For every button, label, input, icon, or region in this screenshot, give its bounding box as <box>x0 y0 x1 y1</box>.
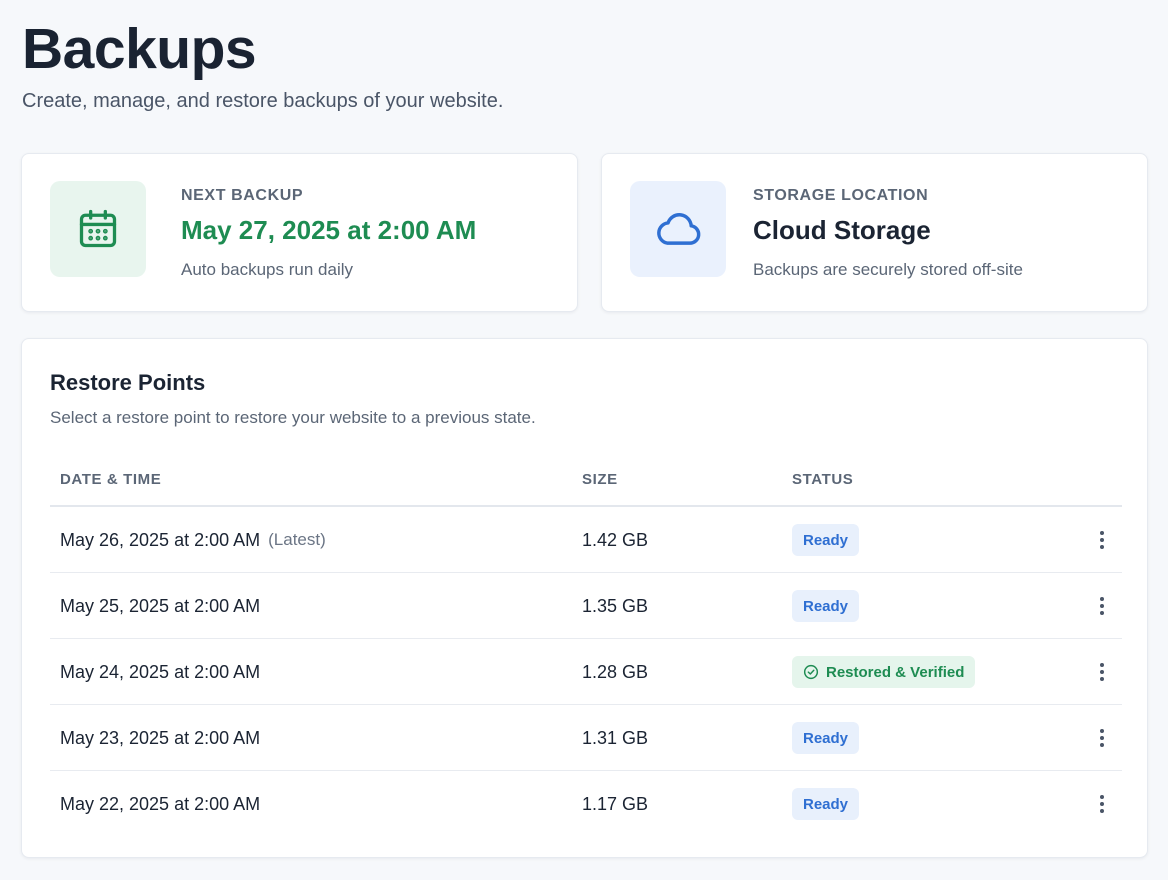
restore-points-description: Select a restore point to restore your w… <box>50 408 536 427</box>
row-date: May 25, 2025 at 2:00 AM <box>60 595 261 616</box>
row-status-cell: Ready <box>792 705 860 771</box>
check-circle-icon <box>803 664 819 680</box>
calendar-icon-tile <box>50 181 146 277</box>
storage-location-description: Backups are securely stored off-site <box>753 260 1023 279</box>
row-date-cell: May 22, 2025 at 2:00 AM <box>60 771 260 837</box>
next-backup-label: NEXT BACKUP <box>181 187 304 204</box>
row-actions-button[interactable] <box>1086 590 1118 622</box>
row-size: 1.28 GB <box>582 661 649 682</box>
row-date: May 23, 2025 at 2:00 AM <box>60 727 261 748</box>
table-header: DATE & TIME SIZE STATUS <box>50 457 1122 507</box>
column-header-date[interactable]: DATE & TIME <box>60 471 161 488</box>
row-actions-button[interactable] <box>1086 656 1118 688</box>
calendar-icon <box>79 209 117 248</box>
row-date: May 24, 2025 at 2:00 AM <box>60 661 261 682</box>
row-actions-button[interactable] <box>1086 722 1118 754</box>
row-size: 1.42 GB <box>582 529 649 550</box>
more-vertical-icon <box>1100 663 1104 681</box>
next-backup-value: May 27, 2025 at 2:00 AM <box>181 215 477 245</box>
latest-tag: (Latest) <box>268 530 326 549</box>
table-row[interactable]: May 23, 2025 at 2:00 AM 1.31 GB Ready <box>50 705 1122 771</box>
row-size: 1.31 GB <box>582 727 649 748</box>
row-size: 1.17 GB <box>582 793 649 814</box>
row-date-cell: May 24, 2025 at 2:00 AM <box>60 639 260 705</box>
more-vertical-icon <box>1100 597 1104 615</box>
table-row[interactable]: May 25, 2025 at 2:00 AM 1.35 GB Ready <box>50 573 1122 639</box>
row-status-cell: Ready <box>792 507 860 573</box>
status-badge-verified: Restored & Verified <box>792 656 976 688</box>
column-header-status[interactable]: STATUS <box>792 471 853 488</box>
more-vertical-icon <box>1100 531 1104 549</box>
status-badge: Ready <box>792 722 860 754</box>
row-status-cell: Ready <box>792 573 860 639</box>
storage-location-card: STORAGE LOCATION Cloud Storage Backups a… <box>601 153 1148 312</box>
status-badge: Ready <box>792 524 860 556</box>
row-date: May 22, 2025 at 2:00 AM <box>60 793 261 814</box>
row-date-cell: May 25, 2025 at 2:00 AM <box>60 573 260 639</box>
storage-location-value: Cloud Storage <box>753 215 931 245</box>
status-badge: Ready <box>792 788 860 820</box>
status-badge-label: Restored & Verified <box>826 663 965 681</box>
row-status-cell: Ready <box>792 771 860 837</box>
table-row[interactable]: May 22, 2025 at 2:00 AM 1.17 GB Ready <box>50 771 1122 837</box>
next-backup-card: NEXT BACKUP May 27, 2025 at 2:00 AM Auto… <box>21 153 578 312</box>
next-backup-description: Auto backups run daily <box>181 260 353 279</box>
row-date-cell: May 26, 2025 at 2:00 AM (Latest) <box>60 507 326 573</box>
restore-points-card: Restore Points Select a restore point to… <box>21 338 1148 858</box>
row-date: May 26, 2025 at 2:00 AM <box>60 529 261 550</box>
cloud-icon <box>657 213 701 245</box>
row-date-cell: May 23, 2025 at 2:00 AM <box>60 705 260 771</box>
status-badge: Ready <box>792 590 860 622</box>
page-title: Backups <box>22 17 257 81</box>
storage-location-label: STORAGE LOCATION <box>753 187 929 204</box>
restore-points-table: DATE & TIME SIZE STATUS May 26, 2025 at … <box>50 457 1122 837</box>
page-subtitle: Create, manage, and restore backups of y… <box>22 90 504 112</box>
restore-points-title: Restore Points <box>50 370 206 395</box>
table-row[interactable]: May 26, 2025 at 2:00 AM (Latest) 1.42 GB… <box>50 507 1122 573</box>
row-actions-button[interactable] <box>1086 524 1118 556</box>
more-vertical-icon <box>1100 729 1104 747</box>
table-row[interactable]: May 24, 2025 at 2:00 AM 1.28 GB Restored… <box>50 639 1122 705</box>
backups-page: Backups Create, manage, and restore back… <box>0 0 1168 880</box>
row-size: 1.35 GB <box>582 595 649 616</box>
more-vertical-icon <box>1100 795 1104 813</box>
row-status-cell: Restored & Verified <box>792 639 976 705</box>
cloud-icon-tile <box>630 181 726 277</box>
column-header-size[interactable]: SIZE <box>582 471 618 488</box>
row-actions-button[interactable] <box>1086 788 1118 820</box>
